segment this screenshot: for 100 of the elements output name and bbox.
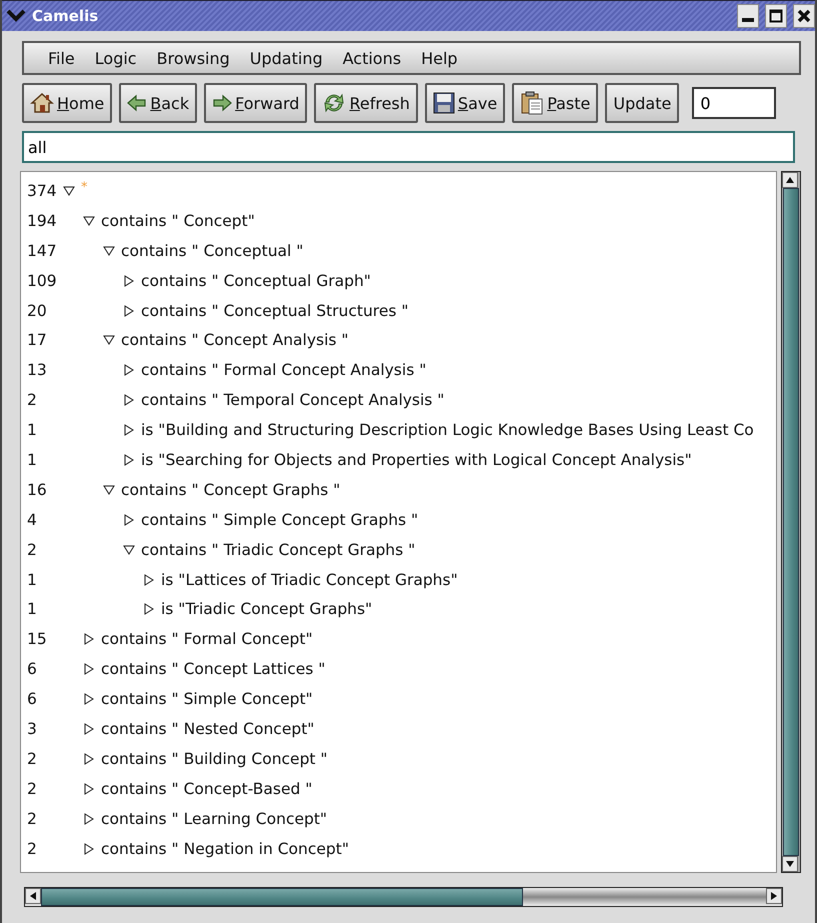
collapsed-triangle-icon[interactable] xyxy=(123,454,135,466)
tree-item-label[interactable]: contains " Building Concept " xyxy=(101,750,328,768)
maximize-button[interactable] xyxy=(765,4,787,28)
tree-item-label[interactable]: contains " Concept" xyxy=(101,212,255,230)
collapsed-triangle-icon[interactable] xyxy=(143,603,155,616)
right-arrow-icon xyxy=(770,891,778,901)
tree-item-label[interactable]: is "Triadic Concept Graphs" xyxy=(161,600,372,618)
toolbar-button[interactable]: Refresh xyxy=(314,83,418,123)
collapsed-triangle-icon[interactable] xyxy=(83,663,95,676)
expanded-triangle-icon[interactable] xyxy=(83,214,95,227)
chevron-icon[interactable] xyxy=(6,8,26,24)
collapsed-triangle-icon[interactable] xyxy=(123,514,135,526)
count-label: 4 xyxy=(26,510,38,529)
tree-item-label[interactable]: contains " Simple Concept" xyxy=(101,690,313,708)
scroll-down-button[interactable] xyxy=(782,856,798,872)
count-label: 2 xyxy=(26,840,38,858)
tree-item-label[interactable]: contains " Formal Concept" xyxy=(101,630,313,648)
menu-item[interactable]: Browsing xyxy=(146,44,240,72)
tree-item-label[interactable]: contains " Formal Concept Analysis " xyxy=(141,361,426,380)
toolbar-button[interactable]: Back xyxy=(119,83,198,123)
menu-item[interactable]: Logic xyxy=(84,44,147,72)
close-icon xyxy=(797,9,811,23)
expanded-triangle-icon[interactable] xyxy=(103,484,115,496)
minimize-icon xyxy=(742,18,754,22)
tree-item-label[interactable]: contains " Triadic Concept Graphs " xyxy=(141,540,416,559)
count-label: 15 xyxy=(26,630,48,648)
down-arrow-icon xyxy=(785,860,795,868)
tree-item-label[interactable]: contains " Concept-Based " xyxy=(101,780,312,798)
collapsed-triangle-icon[interactable] xyxy=(83,752,95,765)
collapsed-triangle-icon[interactable] xyxy=(123,394,135,406)
count-label: 1 xyxy=(26,600,38,618)
count-label: 2 xyxy=(26,391,38,410)
menu-item[interactable]: Updating xyxy=(240,44,333,72)
refresh-icon xyxy=(322,92,346,114)
tree-item-label[interactable]: is "Lattices of Triadic Concept Graphs" xyxy=(161,570,458,589)
collapsed-triangle-icon[interactable] xyxy=(123,274,135,287)
expanded-triangle-icon[interactable] xyxy=(123,544,135,556)
tree-item-label[interactable]: is "Searching for Objects and Properties with Logical Concept Analysis" xyxy=(141,450,692,469)
minimize-button[interactable] xyxy=(737,4,759,28)
vertical-scrollbar[interactable] xyxy=(781,171,801,873)
tree-item-label[interactable]: contains " Nested Concept" xyxy=(101,720,314,738)
expanded-triangle-icon[interactable] xyxy=(63,184,75,197)
collapsed-triangle-icon[interactable] xyxy=(83,722,95,735)
collapsed-triangle-icon[interactable] xyxy=(83,842,95,855)
count-label: 147 xyxy=(26,242,58,260)
tree-item-label[interactable]: is "Building and Structuring Description Logic Knowledge Bases Using Least Co xyxy=(141,421,754,440)
collapsed-triangle-icon[interactable] xyxy=(123,364,135,376)
count-label: 2 xyxy=(26,780,38,798)
tree-item-label[interactable]: contains " Simple Concept Graphs " xyxy=(141,510,418,529)
clipboard-icon xyxy=(520,91,544,115)
count-label: 3 xyxy=(26,720,38,738)
house-icon xyxy=(30,92,54,114)
window-title: Camelis xyxy=(32,7,100,25)
tree-item-label[interactable]: contains " Learning Concept" xyxy=(101,810,328,828)
count-field[interactable]: 0 xyxy=(692,87,776,119)
collapsed-triangle-icon[interactable] xyxy=(83,693,95,706)
tree-item-label[interactable]: contains " Conceptual " xyxy=(121,242,304,260)
toolbar-button[interactable]: Save xyxy=(424,83,506,123)
count-label: 194 xyxy=(26,212,58,230)
toolbar-button[interactable]: Home xyxy=(22,83,112,123)
close-button[interactable] xyxy=(793,4,815,28)
tree-item-label[interactable]: contains " Concept Analysis " xyxy=(121,331,349,350)
toolbar-button[interactable]: Update xyxy=(605,83,680,123)
toolbar-button[interactable]: Forward xyxy=(204,83,308,123)
menu-item[interactable]: Actions xyxy=(332,44,412,72)
collapsed-triangle-icon[interactable] xyxy=(83,782,95,795)
count-label: 1 xyxy=(26,570,38,589)
maximize-icon xyxy=(769,9,783,23)
scroll-right-button[interactable] xyxy=(766,888,782,904)
count-label: 374 xyxy=(26,182,58,200)
query-field[interactable]: all xyxy=(22,131,795,163)
expanded-triangle-icon[interactable] xyxy=(103,334,115,346)
left-arrow-icon xyxy=(127,94,148,112)
tree-item-label[interactable]: contains " Concept Lattices " xyxy=(101,660,326,678)
tree-item-label[interactable]: contains " Temporal Concept Analysis " xyxy=(141,391,444,410)
up-arrow-icon xyxy=(785,176,795,184)
count-label: 109 xyxy=(26,272,58,290)
menu-item[interactable]: Help xyxy=(411,44,468,72)
horizontal-scrollbar[interactable] xyxy=(24,887,783,907)
collapsed-triangle-icon[interactable] xyxy=(143,574,155,586)
tree-item-label[interactable]: contains " Concept Graphs " xyxy=(121,480,340,499)
collapsed-triangle-icon[interactable] xyxy=(83,812,95,825)
count-label: 20 xyxy=(26,302,48,320)
collapsed-triangle-icon[interactable] xyxy=(123,424,135,436)
collapsed-triangle-icon[interactable] xyxy=(123,304,135,316)
tree-item-label[interactable]: contains " Conceptual Structures " xyxy=(141,302,408,320)
tree-item-label[interactable]: contains " Conceptual Graph" xyxy=(141,272,371,290)
tree-item-label[interactable]: contains " Negation in Concept" xyxy=(101,840,349,858)
collapsed-triangle-icon[interactable] xyxy=(83,633,95,646)
count-label: 2 xyxy=(26,750,38,768)
right-arrow-icon xyxy=(212,94,232,112)
left-arrow-icon xyxy=(29,891,37,901)
menu-item[interactable]: File xyxy=(38,44,85,72)
scroll-up-button[interactable] xyxy=(782,172,798,188)
count-label: 2 xyxy=(26,540,38,559)
count-label: 16 xyxy=(26,480,48,499)
scroll-left-button[interactable] xyxy=(25,888,41,904)
toolbar-button[interactable]: Paste xyxy=(512,83,598,123)
count-label: 1 xyxy=(26,421,38,440)
expanded-triangle-icon[interactable] xyxy=(103,244,115,257)
